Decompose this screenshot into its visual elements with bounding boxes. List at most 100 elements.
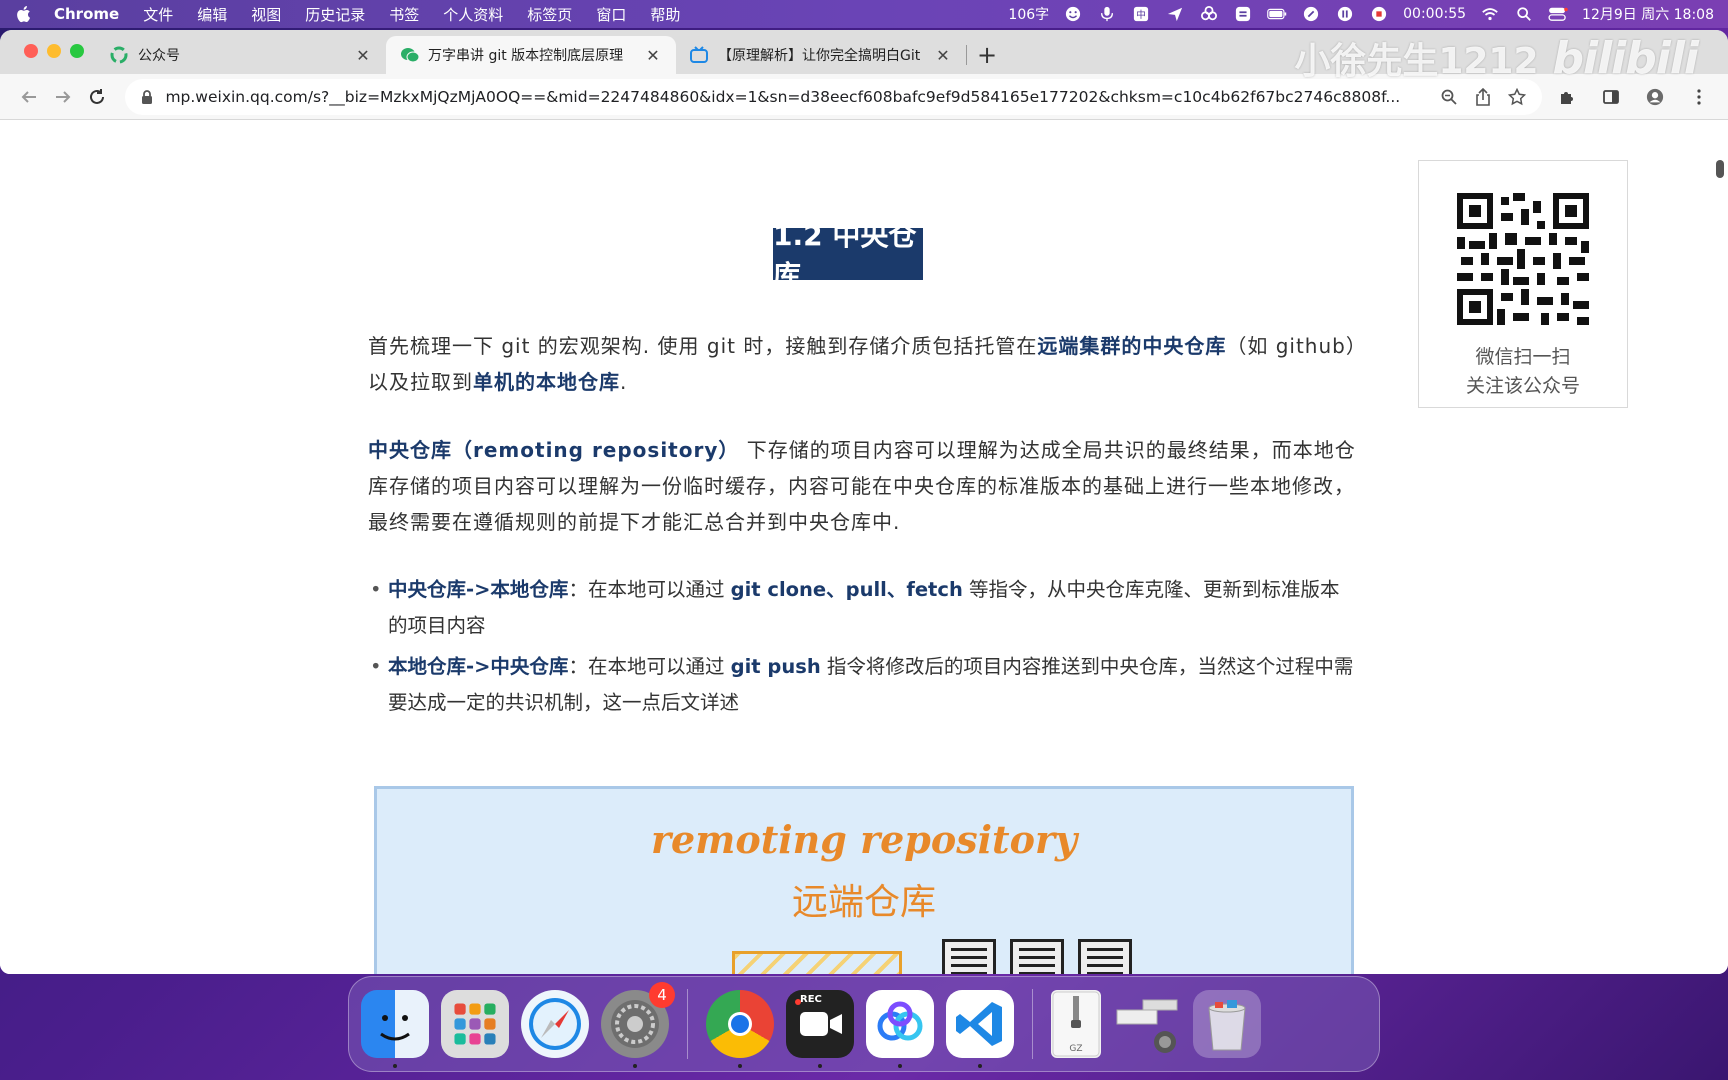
screen-recorder-icon[interactable]: REC — [786, 990, 854, 1068]
downloads-stack-icon[interactable] — [1113, 990, 1181, 1058]
article-page[interactable]: 1.2 中央仓库 首先梳理一下 git 的宏观架构. 使用 git 时，接触到存… — [0, 120, 1728, 974]
sync-app-icon[interactable] — [1233, 5, 1253, 23]
microphone-icon[interactable] — [1097, 5, 1117, 23]
control-center-icon[interactable] — [1548, 5, 1568, 23]
share-icon[interactable] — [1472, 86, 1494, 108]
safari-icon[interactable] — [521, 990, 589, 1058]
reload-button[interactable] — [80, 80, 114, 114]
menu-bar-clock[interactable]: 12月9日 周六 18:08 — [1582, 4, 1714, 24]
site-info-icon[interactable] — [139, 89, 155, 105]
forward-arrow-icon — [55, 90, 71, 103]
side-panel-icon[interactable] — [1594, 80, 1628, 114]
bookmark-star-icon[interactable] — [1506, 86, 1528, 108]
qr-caption: 微信扫一扫 关注该公众号 — [1419, 343, 1627, 401]
url-text[interactable]: mp.weixin.qq.com/s?__biz=MzkxMjQzMjA0OQ=… — [165, 88, 1426, 106]
launchpad-icon[interactable] — [441, 990, 509, 1058]
menu-app-name[interactable]: Chrome — [54, 5, 119, 23]
wifi-icon[interactable] — [1480, 5, 1500, 23]
menu-bookmarks[interactable]: 书签 — [389, 4, 419, 25]
close-window-button[interactable] — [24, 44, 38, 58]
word-count-status[interactable]: 106字 — [1008, 4, 1049, 24]
close-tab-icon[interactable]: ✕ — [644, 46, 662, 65]
menu-file[interactable]: 文件 — [143, 4, 173, 25]
system-settings-icon[interactable]: 4 — [601, 982, 675, 1068]
back-arrow-icon — [21, 90, 36, 103]
link-icon[interactable] — [1199, 5, 1219, 23]
menu-history[interactable]: 历史记录 — [305, 4, 365, 25]
pause-icon[interactable] — [1335, 5, 1355, 23]
text-run: ：在本地可以通过 — [568, 578, 731, 601]
menu-help[interactable]: 帮助 — [650, 4, 680, 25]
tab-git-article[interactable]: 万字串讲 git 版本控制底层原理 ✕ — [386, 36, 676, 74]
menu-edit[interactable]: 编辑 — [197, 4, 227, 25]
scrollbar-thumb[interactable] — [1716, 160, 1724, 178]
menu-window[interactable]: 窗口 — [596, 4, 626, 25]
text-run: . — [620, 370, 628, 394]
tab-bilibili-video[interactable]: 【原理解析】让你完全搞明白Git ✕ — [676, 36, 966, 74]
zoom-window-button[interactable] — [70, 44, 84, 58]
menu-profiles[interactable]: 个人资料 — [443, 4, 503, 25]
diagram-title-en: remoting repository — [650, 817, 1078, 862]
back-button[interactable] — [12, 80, 46, 114]
search-icon[interactable] — [1514, 5, 1534, 23]
new-tab-button[interactable]: + — [967, 36, 1007, 74]
gz-archive-icon[interactable]: GZ — [1051, 990, 1101, 1058]
reload-icon — [89, 88, 104, 104]
wechat-official-icon — [110, 46, 128, 64]
qr-caption-line2: 关注该公众号 — [1465, 375, 1580, 397]
close-tab-icon[interactable]: ✕ — [354, 46, 372, 65]
wechat-icon — [400, 46, 420, 64]
profile-avatar-icon[interactable] — [1638, 80, 1672, 114]
send-icon[interactable] — [1165, 5, 1185, 23]
git-commands: git clone、pull、fetch — [730, 578, 963, 601]
tab-title: 【原理解析】让你完全搞明白Git — [718, 48, 921, 64]
toolbar-right-actions — [1550, 80, 1716, 114]
repository-box-illustration — [732, 951, 902, 974]
rec-label: REC — [800, 994, 822, 1005]
running-indicator — [978, 1064, 982, 1068]
highlight-local-repo: 单机的本地仓库 — [473, 370, 620, 394]
diagram-title-zh: 远端仓库 — [791, 882, 936, 923]
minimize-window-button[interactable] — [47, 44, 61, 58]
apple-icon[interactable] — [14, 5, 32, 23]
recording-timer[interactable]: 00:00:55 — [1403, 6, 1466, 22]
qr-code-icon[interactable] — [1457, 193, 1589, 325]
tab-title: 公众号 — [138, 48, 180, 64]
bullet-heading: 中央仓库->本地仓库 — [388, 578, 569, 601]
close-tab-icon[interactable]: ✕ — [934, 46, 952, 65]
chrome-icon[interactable] — [706, 990, 774, 1068]
input-method-icon[interactable]: 中 — [1131, 5, 1151, 23]
intro-paragraph: 首先梳理一下 git 的宏观架构. 使用 git 时，接触到存储介质包括托管在远… — [368, 328, 1358, 400]
tab-title: 万字串讲 git 版本控制底层原理 — [428, 48, 624, 64]
extensions-icon[interactable] — [1550, 80, 1584, 114]
list-item: 中央仓库->本地仓库：在本地可以通过 git clone、pull、fetch … — [368, 572, 1358, 644]
server-icon — [1078, 939, 1132, 974]
gz-label: GZ — [1069, 1044, 1083, 1054]
emoji-icon[interactable] — [1063, 5, 1083, 23]
more-menu-icon[interactable] — [1682, 80, 1716, 114]
battery-icon[interactable] — [1267, 5, 1287, 23]
list-item: 本地仓库->中央仓库：在本地可以通过 git push 指令将修改后的项目内容推… — [368, 649, 1358, 721]
notification-badge: 4 — [649, 982, 675, 1008]
menu-view[interactable]: 视图 — [251, 4, 281, 25]
macos-menu-bar: Chrome 文件 编辑 视图 历史记录 书签 个人资料 标签页 窗口 帮助 1… — [0, 0, 1728, 28]
finder-icon[interactable] — [361, 990, 429, 1068]
menu-bar-status-area: 106字 中 00:00:55 12月9日 周六 18:08 — [1008, 4, 1714, 24]
stop-record-icon[interactable] — [1369, 5, 1389, 23]
chrome-window: 公众号 ✕ 万字串讲 git 版本控制底层原理 ✕ 【原理解析】让你完全搞明白G… — [0, 30, 1728, 974]
vscode-icon[interactable] — [946, 990, 1014, 1068]
window-controls — [24, 44, 84, 58]
server-icon — [1010, 939, 1064, 974]
macos-dock: 4 REC GZ — [348, 976, 1380, 1072]
menu-tab[interactable]: 标签页 — [527, 4, 572, 25]
pen-icon[interactable] — [1301, 5, 1321, 23]
highlight-remote-repo: 远端集群的中央仓库 — [1037, 334, 1227, 358]
qr-follow-card: 微信扫一扫 关注该公众号 — [1418, 160, 1628, 408]
tab-official-account[interactable]: 公众号 ✕ — [96, 36, 386, 74]
trash-icon[interactable] — [1193, 990, 1261, 1058]
tab-strip: 公众号 ✕ 万字串讲 git 版本控制底层原理 ✕ 【原理解析】让你完全搞明白G… — [0, 30, 1728, 84]
forward-button[interactable] — [46, 80, 80, 114]
zoom-icon[interactable] — [1438, 86, 1460, 108]
running-indicator — [393, 1064, 397, 1068]
baidu-netdisk-icon[interactable] — [866, 990, 934, 1068]
